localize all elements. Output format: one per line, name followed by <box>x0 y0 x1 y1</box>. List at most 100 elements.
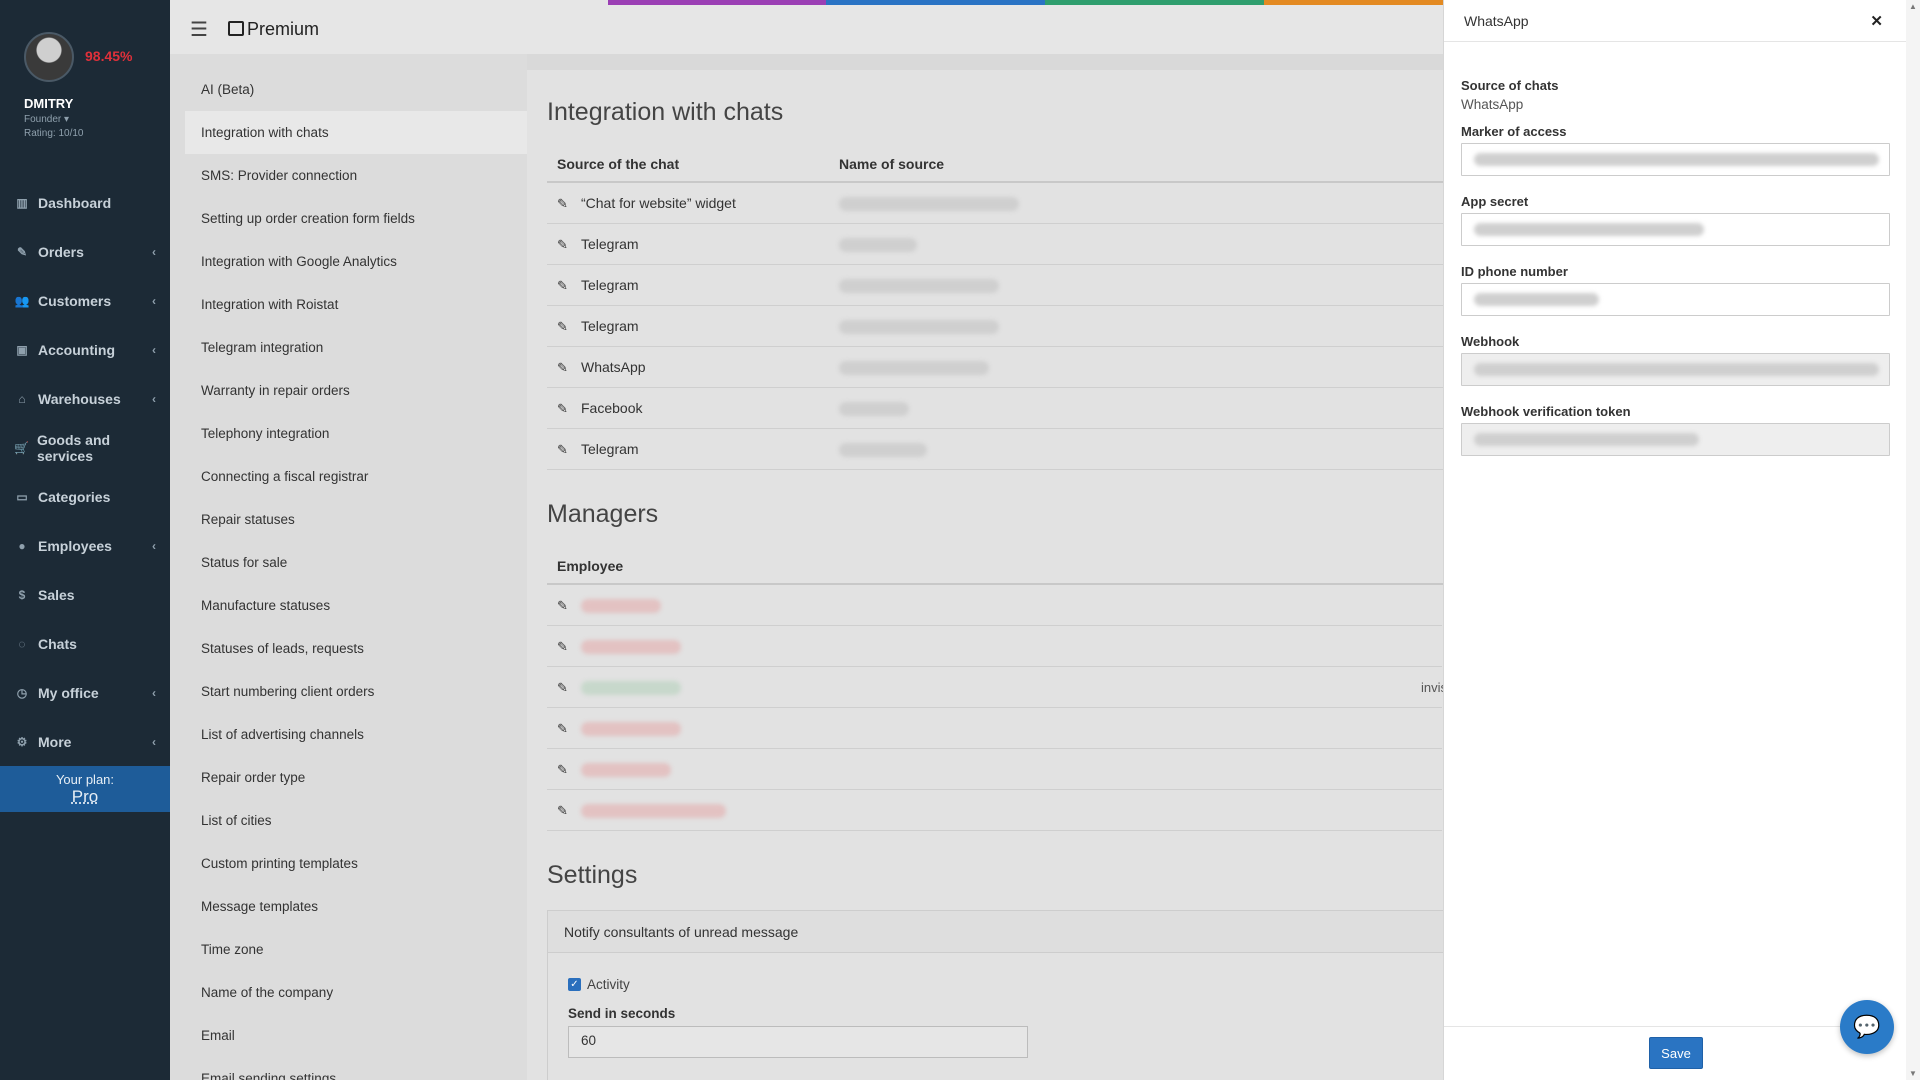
whatsapp-drawer: WhatsApp ✕ Source of chats WhatsApp Mark… <box>1443 0 1906 1080</box>
settings-menu-item[interactable]: Integration with Google Analytics <box>170 240 527 283</box>
settings-menu-item[interactable]: Setting up order creation form fields <box>170 197 527 240</box>
pencil-icon[interactable]: ✎ <box>557 721 571 737</box>
redacted-employee <box>581 639 681 654</box>
chat-bubble-button[interactable]: 💬 <box>1840 1000 1894 1054</box>
settings-menu-item[interactable]: Manufacture statuses <box>170 584 527 627</box>
settings-menu-item[interactable]: AI (Beta) <box>170 68 527 111</box>
pencil-icon[interactable]: ✎ <box>557 278 571 294</box>
settings-menu-item[interactable]: Repair statuses <box>170 498 527 541</box>
nav-item-my-office[interactable]: ◷ My office ‹ <box>0 668 170 717</box>
stripe-segment <box>607 0 827 5</box>
settings-menu-item[interactable]: Start numbering client orders <box>170 670 527 713</box>
scroll-down-icon[interactable]: ▼ <box>1909 1069 1917 1078</box>
field-input[interactable] <box>1461 143 1890 176</box>
redacted-value <box>839 197 1019 212</box>
pencil-icon[interactable]: ✎ <box>557 360 571 376</box>
stripe-segment <box>388 0 608 5</box>
users-icon: 👥 <box>14 293 30 308</box>
settings-menu-item[interactable]: Email sending settings <box>170 1057 527 1080</box>
redacted-value <box>1474 433 1699 446</box>
nav-item-more[interactable]: ⚙ More ‹ <box>0 717 170 766</box>
pencil-icon[interactable]: ✎ <box>557 237 571 253</box>
pencil-icon[interactable]: ✎ <box>557 401 571 417</box>
redacted-value <box>839 361 989 376</box>
pencil-icon[interactable]: ✎ <box>557 639 571 655</box>
stripe-segment <box>170 0 389 5</box>
row-employee: ✎ <box>547 802 839 819</box>
hamburger-menu-icon[interactable]: ☰ <box>190 20 208 40</box>
plan-badge[interactable]: Your plan: Pro <box>0 766 170 812</box>
pencil-icon[interactable]: ✎ <box>557 680 571 696</box>
table-row: ✎ <box>547 790 1442 831</box>
settings-menu-item[interactable]: Repair order type <box>170 756 527 799</box>
pencil-icon[interactable]: ✎ <box>557 762 571 778</box>
settings-menu-item[interactable]: Telephony integration <box>170 412 527 455</box>
pencil-icon[interactable]: ✎ <box>557 598 571 614</box>
nav-label: Goods and services <box>36 431 111 464</box>
clock-icon: ◷ <box>16 685 28 700</box>
source-text: WhatsApp <box>581 358 646 375</box>
table-row: ✎ <box>547 749 1442 790</box>
nav-label: My office <box>38 684 99 701</box>
stripe-segment <box>1045 0 1264 5</box>
nav-item-accounting[interactable]: ▣ Accounting ‹ <box>0 325 170 374</box>
settings-menu-item[interactable]: List of cities <box>170 799 527 842</box>
nav-item-orders[interactable]: ✎ Orders ‹ <box>0 227 170 276</box>
settings-menu-item[interactable]: Integration with chats <box>185 111 527 154</box>
profile-name: DMITRY <box>24 96 74 111</box>
nav-item-goods-and-services[interactable]: 🛒 Goods and services <box>0 423 170 472</box>
col-source-header: Source of the chat <box>557 156 680 172</box>
save-button[interactable]: Save <box>1649 1037 1703 1069</box>
table-row: ✎ <box>547 626 1442 667</box>
field-input[interactable] <box>1461 213 1890 246</box>
source-text: Telegram <box>581 317 639 334</box>
settings-menu-item[interactable]: SMS: Provider connection <box>170 154 527 197</box>
settings-menu-item[interactable]: Email <box>170 1014 527 1057</box>
settings-menu-item[interactable]: Name of the company <box>170 971 527 1014</box>
nav-item-dashboard[interactable]: ▥ Dashboard <box>0 178 170 227</box>
pencil-icon[interactable]: ✎ <box>557 803 571 819</box>
profile-role-dropdown[interactable]: Founder ▾ <box>24 114 170 125</box>
redacted-value <box>839 443 927 458</box>
settings-menu-item[interactable]: List of advertising channels <box>170 713 527 756</box>
nav-item-employees[interactable]: ● Employees ‹ <box>0 521 170 570</box>
settings-menu-item[interactable]: Integration with Roistat <box>170 283 527 326</box>
avatar[interactable] <box>24 32 74 82</box>
nav-item-chats[interactable]: ◌ Chats <box>0 619 170 668</box>
dollar-icon: $ <box>18 587 26 602</box>
settings-menu-item[interactable]: Time zone <box>170 928 527 971</box>
redacted-value <box>839 279 999 294</box>
row-employee: ✎ <box>547 761 839 778</box>
gear-icon: ⚙ <box>16 734 28 749</box>
redacted-value <box>839 238 917 253</box>
nav-item-customers[interactable]: 👥 Customers ‹ <box>0 276 170 325</box>
field-input <box>1461 423 1890 456</box>
plan-label: Your plan: <box>55 772 115 787</box>
pencil-icon[interactable]: ✎ <box>557 442 571 458</box>
nav-item-sales[interactable]: $ Sales <box>0 570 170 619</box>
chevron-left-icon: ‹ <box>152 538 156 553</box>
settings-menu-item[interactable]: Status for sale <box>170 541 527 584</box>
scroll-up-icon[interactable]: ▲ <box>1909 2 1917 11</box>
pencil-icon[interactable]: ✎ <box>557 196 571 212</box>
send-seconds-input[interactable]: 60 <box>568 1026 1028 1058</box>
drawer-scrollbar[interactable]: ▲ ▼ <box>1906 0 1920 1080</box>
checkbox-checked-icon: ✓ <box>568 978 581 991</box>
settings-menu-item[interactable]: Custom printing templates <box>170 842 527 885</box>
settings-menu-item[interactable]: Statuses of leads, requests <box>170 627 527 670</box>
field-input <box>1461 353 1890 386</box>
field-label: App secret <box>1461 194 1529 209</box>
source-text: Telegram <box>581 276 639 293</box>
plan-value[interactable]: Pro <box>0 787 170 807</box>
settings-menu-item[interactable]: Connecting a fiscal registrar <box>170 455 527 498</box>
settings-menu-item[interactable]: Telegram integration <box>170 326 527 369</box>
pencil-icon[interactable]: ✎ <box>557 319 571 335</box>
field-input[interactable] <box>1461 283 1890 316</box>
brand-label: Premium <box>247 19 320 39</box>
close-icon[interactable]: ✕ <box>1870 12 1883 30</box>
row-source: ✎ Telegram <box>547 318 839 335</box>
settings-menu-item[interactable]: Warranty in repair orders <box>170 369 527 412</box>
settings-menu-item[interactable]: Message templates <box>170 885 527 928</box>
nav-item-warehouses[interactable]: ⌂ Warehouses ‹ <box>0 374 170 423</box>
nav-item-categories[interactable]: ▭ Categories <box>0 472 170 521</box>
